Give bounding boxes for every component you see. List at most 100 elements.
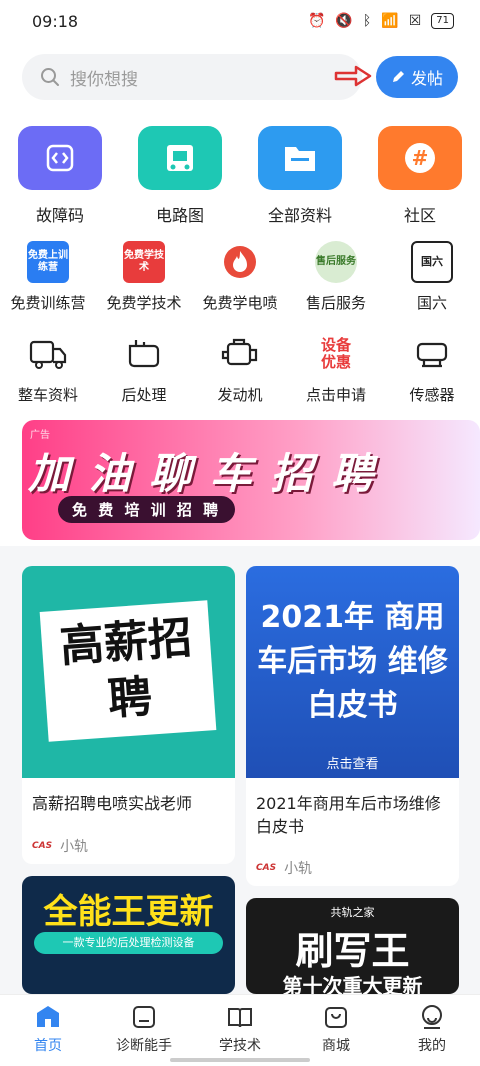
tech-tile-icon: 免费学技术 <box>123 241 165 283</box>
training-tile-icon: 免费上训练营 <box>27 241 69 283</box>
category-free-tech[interactable]: 免费学技术 免费学技术 <box>96 240 192 313</box>
card-image-brand: 共轨之家 <box>330 906 375 919</box>
category-fault-code[interactable]: 故障码 <box>5 126 115 226</box>
search-input[interactable]: 搜你想搜 <box>22 54 362 100</box>
category-label: 国六 <box>416 294 447 312</box>
banner-title: 加 油 聊 车 招 聘 <box>28 449 376 498</box>
after-sales-tile-icon: 售后服务 <box>315 241 357 283</box>
card-author: CAS 小轨 <box>256 858 312 878</box>
author-name: 小轨 <box>60 839 89 855</box>
tab-label: 学技术 <box>219 1038 261 1054</box>
category-label: 免费学电喷 <box>202 294 278 312</box>
category-label: 免费学技术 <box>106 294 182 312</box>
category-label: 后处理 <box>121 386 167 404</box>
tab-home[interactable]: 首页 <box>3 1003 93 1055</box>
category-label: 整车资料 <box>17 386 78 404</box>
category-label: 免费训练营 <box>10 294 86 312</box>
category-vehicle-data[interactable]: 整车资料 <box>0 332 96 405</box>
truck-icon <box>26 332 70 376</box>
tab-label: 诊断能手 <box>116 1038 172 1054</box>
svg-text:#: # <box>412 146 429 170</box>
home-icon <box>37 1006 59 1027</box>
search-placeholder: 搜你想搜 <box>70 69 138 90</box>
card-title: 高薪招聘电喷实战老师 <box>32 794 193 813</box>
mute-icon: 🔇 <box>335 13 353 29</box>
top-bar: 搜你想搜 发帖 <box>0 42 480 106</box>
status-time: 09:18 <box>32 11 79 31</box>
category-all-materials[interactable]: 全部资料 <box>245 126 355 226</box>
battery-icon: 71 <box>431 13 454 29</box>
category-label: 传感器 <box>409 386 455 404</box>
category-sensor[interactable]: 传感器 <box>384 332 480 405</box>
category-apply[interactable]: 设备优惠 点击申请 <box>288 332 384 405</box>
tertiary-category-row: 整车资料 后处理 发动机 设备优惠 点击申请 传感器 <box>0 332 480 405</box>
card-image: 2021年 商用车后市场 维修白皮书 点击查看 <box>246 566 459 778</box>
category-label: 社区 <box>403 206 436 225</box>
bottom-tab-bar: 首页 诊断能手 学技术 商城 我的 <box>0 994 480 1066</box>
card-image-text: 2021年 商用车后市场 维修白皮书 <box>257 600 448 723</box>
feed-card[interactable]: 高薪招聘 高薪招聘电喷实战老师 CAS 小轨 <box>22 566 235 864</box>
china-vi-tile-icon: 国六 <box>411 241 453 283</box>
feed-card[interactable]: 共轨之家 刷写王 第十次重大更新 <box>246 898 459 994</box>
category-china-vi[interactable]: 国六 国六 <box>384 240 480 313</box>
card-image: 高薪招聘 <box>22 566 235 778</box>
aftertreatment-icon <box>122 332 166 376</box>
pen-icon <box>392 71 404 82</box>
card-image: 共轨之家 刷写王 第十次重大更新 <box>246 898 459 994</box>
category-label: 售后服务 <box>305 294 366 312</box>
card-image-text: 刷写王 <box>295 929 410 973</box>
engine-icon <box>218 332 262 376</box>
book-icon <box>228 1008 252 1028</box>
feed-card[interactable]: 全能王更新 一款专业的后处理检测设备 <box>22 876 235 994</box>
post-button[interactable]: 发帖 <box>376 56 458 98</box>
category-label: 全部资料 <box>267 206 332 225</box>
code-icon <box>18 126 102 190</box>
tab-label: 首页 <box>34 1038 62 1054</box>
ad-tag: 广告 <box>30 430 50 441</box>
category-aftertreatment[interactable]: 后处理 <box>96 332 192 405</box>
bluetooth-icon: ᛒ <box>362 13 372 29</box>
category-label: 发动机 <box>217 386 263 404</box>
search-icon <box>41 68 59 86</box>
secondary-category-row: 免费上训练营 免费训练营 免费学技术 免费学技术 免费学电喷 售后服务 售后服务… <box>0 240 480 313</box>
card-image-caption: 点击查看 <box>326 757 379 772</box>
wifi-icon: 📶 <box>381 13 399 29</box>
profile-icon <box>422 1005 442 1029</box>
equipment-offer-tile-icon: 设备优惠 <box>315 333 357 375</box>
card-image-subtitle: 一款专业的后处理检测设备 <box>34 932 223 954</box>
category-community[interactable]: # 社区 <box>365 126 475 226</box>
status-icons: ⏰ 🔇 ᛒ 📶 ☒ 71 <box>308 13 454 29</box>
category-free-training[interactable]: 免费上训练营 免费训练营 <box>0 240 96 313</box>
tab-label: 商城 <box>322 1038 350 1054</box>
folder-icon <box>258 126 342 190</box>
cas-logo-icon: CAS <box>32 841 53 851</box>
category-label: 点击申请 <box>305 386 366 404</box>
hash-icon: # <box>378 126 462 190</box>
flame-icon <box>218 240 262 284</box>
shop-icon <box>325 1007 347 1028</box>
sim-icon: ☒ <box>408 13 422 29</box>
banner-subtitle: 免 费 培 训 招 聘 <box>58 496 236 523</box>
sensor-icon <box>410 332 454 376</box>
category-free-efi[interactable]: 免费学电喷 <box>192 240 288 313</box>
category-after-sales[interactable]: 售后服务 售后服务 <box>288 240 384 313</box>
post-button-label: 发帖 <box>410 69 443 88</box>
tab-shop[interactable]: 商城 <box>291 1003 381 1055</box>
category-label: 故障码 <box>35 206 84 225</box>
feed-card[interactable]: 2021年 商用车后市场 维修白皮书 点击查看 2021年商用车后市场维修白皮书… <box>246 566 459 886</box>
tab-learn-tech[interactable]: 学技术 <box>195 1003 285 1055</box>
cas-logo-icon: CAS <box>256 863 277 873</box>
alarm-icon: ⏰ <box>307 13 326 29</box>
tab-profile[interactable]: 我的 <box>387 1003 477 1055</box>
card-image-subtitle: 第十次重大更新 <box>282 974 423 994</box>
card-author: CAS 小轨 <box>32 836 88 856</box>
home-indicator[interactable] <box>170 1058 310 1062</box>
tab-diagnosis[interactable]: 诊断能手 <box>99 1003 189 1055</box>
diagnosis-icon <box>133 1006 155 1028</box>
category-circuit-diagram[interactable]: 电路图 <box>125 126 235 226</box>
category-engine[interactable]: 发动机 <box>192 332 288 405</box>
promo-banner[interactable]: 广告 加 油 聊 车 招 聘 免 费 培 训 招 聘 <box>22 420 480 540</box>
circuit-icon <box>138 126 222 190</box>
status-bar: 09:18 ⏰ 🔇 ᛒ 📶 ☒ 71 <box>0 0 480 42</box>
main-category-row: 故障码 电路图 全部资料 # 社区 <box>0 126 480 226</box>
